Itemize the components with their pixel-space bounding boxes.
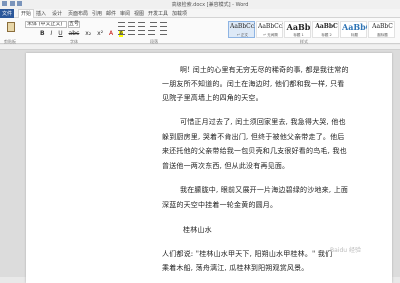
style-sample: AaBb bbox=[286, 22, 311, 32]
ruler bbox=[0, 45, 400, 50]
align-left-icon[interactable] bbox=[118, 30, 125, 35]
ribbon-tabs: 文件 开始 插入 设计 页面布局 引用 邮件 审阅 视图 开发工具 加载项 bbox=[0, 9, 400, 18]
justify-icon[interactable] bbox=[148, 30, 155, 35]
numbering-icon[interactable] bbox=[128, 22, 135, 27]
doc-line: 可惜正月过去了, 闰土须回家里去, 我急得大哭, 他也 bbox=[180, 118, 346, 126]
tab-developer[interactable]: 开发工具 bbox=[148, 10, 168, 17]
doc-line: 曾送他一两次东西, 但从此没有再见面。 bbox=[162, 162, 290, 170]
style-name: ↵ 无间隔 bbox=[263, 33, 278, 37]
tab-file[interactable]: 文件 bbox=[0, 9, 14, 18]
doc-line: 乘着木船, 荡舟漓江, 瓜桂林到阳朔观赏风景。 bbox=[162, 264, 309, 272]
style-heading-1[interactable]: AaBb 标题 1 bbox=[284, 21, 311, 38]
superscript-button[interactable]: x² bbox=[97, 30, 103, 37]
strikethrough-button[interactable]: abc bbox=[69, 30, 80, 37]
doc-line: 啊! 闰土的心里有无穷无尽的稀奇的事, 都是我往常的 bbox=[180, 66, 349, 74]
style-subtitle[interactable]: AaBbC 副标题 bbox=[368, 21, 395, 38]
tab-mailings[interactable]: 邮件 bbox=[106, 10, 116, 17]
style-name: 副标题 bbox=[377, 33, 388, 37]
style-name: 标题 2 bbox=[321, 33, 332, 37]
title-bar: 高级检索.docx [兼容模式] - Word bbox=[0, 0, 400, 9]
style-sample: AaBbCcDd bbox=[230, 23, 255, 30]
align-center-icon[interactable] bbox=[128, 30, 135, 35]
doc-line: 人们都说: "桂林山水甲天下, 阳朔山水甲桂林。" 我们 bbox=[162, 250, 333, 258]
underline-button[interactable]: U bbox=[58, 30, 62, 37]
style-sample: AaBbC bbox=[315, 23, 338, 30]
increase-indent-icon[interactable] bbox=[160, 22, 167, 27]
style-normal[interactable]: AaBbCcDd ↵ 正文 bbox=[228, 21, 255, 38]
doc-heading: 桂林山水 bbox=[183, 226, 212, 234]
doc-line: 躲到厨房里, 哭着不肯出门, 但终于被他父亲带走了。他后 bbox=[162, 133, 345, 141]
window-title: 高级检索.docx [兼容模式] - Word bbox=[171, 2, 249, 8]
undo-icon[interactable] bbox=[9, 1, 15, 6]
subscript-button[interactable]: x₂ bbox=[85, 30, 91, 37]
doc-line: 我在朦胧中, 眼前又展开一片海边碧绿的沙地来, 上面 bbox=[180, 186, 349, 194]
italic-button[interactable]: I bbox=[51, 30, 53, 37]
doc-line: 深蓝的天空中挂着一轮金黄的圆月。 bbox=[162, 201, 278, 209]
style-sample: AaBbCcDd bbox=[258, 23, 283, 30]
clipboard-icon bbox=[7, 22, 15, 32]
style-title[interactable]: AaBbC 标题 bbox=[340, 21, 367, 38]
tab-insert[interactable]: 插入 bbox=[36, 10, 46, 17]
font-format-buttons: B I U abc x₂ x² A A bbox=[40, 30, 127, 37]
style-heading-2[interactable]: AaBbC 标题 2 bbox=[312, 21, 339, 38]
style-sample: AaBbC bbox=[342, 22, 367, 32]
style-name: 标题 bbox=[351, 33, 358, 37]
tab-references[interactable]: 引用 bbox=[92, 10, 102, 17]
tab-design[interactable]: 设计 bbox=[52, 10, 62, 17]
font-color-button[interactable]: A bbox=[109, 30, 113, 37]
multilevel-list-icon[interactable] bbox=[138, 22, 145, 27]
styles-gallery: AaBbCcDd ↵ 正文 AaBbCcDd ↵ 无间隔 AaBb 标题 1 A… bbox=[228, 21, 398, 39]
tab-layout[interactable]: 页面布局 bbox=[68, 10, 88, 17]
style-name: ↵ 正文 bbox=[236, 33, 249, 37]
bullets-icon[interactable] bbox=[118, 22, 125, 27]
font-name-select[interactable]: 宋体 (中文正文) bbox=[25, 21, 67, 28]
decrease-indent-icon[interactable] bbox=[150, 22, 157, 27]
style-name: 标题 1 bbox=[293, 33, 304, 37]
doc-line: 来还托他的父亲带给我一包贝壳和几支很好看的鸟毛, 我也 bbox=[162, 147, 347, 155]
tab-home[interactable]: 开始 bbox=[18, 9, 35, 18]
doc-line: 见院子里高墙上的四角的天空。 bbox=[162, 94, 263, 102]
align-right-icon[interactable] bbox=[138, 30, 145, 35]
paste-button[interactable] bbox=[4, 21, 18, 37]
style-no-spacing[interactable]: AaBbCcDd ↵ 无间隔 bbox=[256, 21, 283, 38]
ribbon: 剪贴板 宋体 (中文正文) 五号 B I U abc x₂ x² A A 字体 … bbox=[0, 18, 400, 44]
font-size-select[interactable]: 五号 bbox=[68, 21, 80, 28]
tab-addins[interactable]: 加载项 bbox=[172, 10, 187, 17]
save-icon[interactable] bbox=[2, 1, 7, 6]
line-spacing-icon[interactable] bbox=[160, 30, 167, 35]
quick-access-toolbar bbox=[2, 1, 32, 8]
document-area: 啊! 闰土的心里有无穷无尽的稀奇的事, 都是我往常的 一朋友所不知道的。闰土在海… bbox=[0, 45, 400, 283]
style-sample: AaBbC bbox=[372, 23, 393, 30]
doc-line: 一朋友所不知道的。闰土在海边时, 他们都和我一样, 只看 bbox=[162, 80, 345, 88]
bold-button[interactable]: B bbox=[40, 30, 45, 37]
watermark: Baidu 经验 bbox=[330, 247, 361, 254]
tab-view[interactable]: 视图 bbox=[134, 10, 144, 17]
tab-review[interactable]: 审阅 bbox=[120, 10, 130, 17]
redo-icon[interactable] bbox=[17, 1, 23, 6]
paragraph-buttons bbox=[118, 22, 188, 36]
